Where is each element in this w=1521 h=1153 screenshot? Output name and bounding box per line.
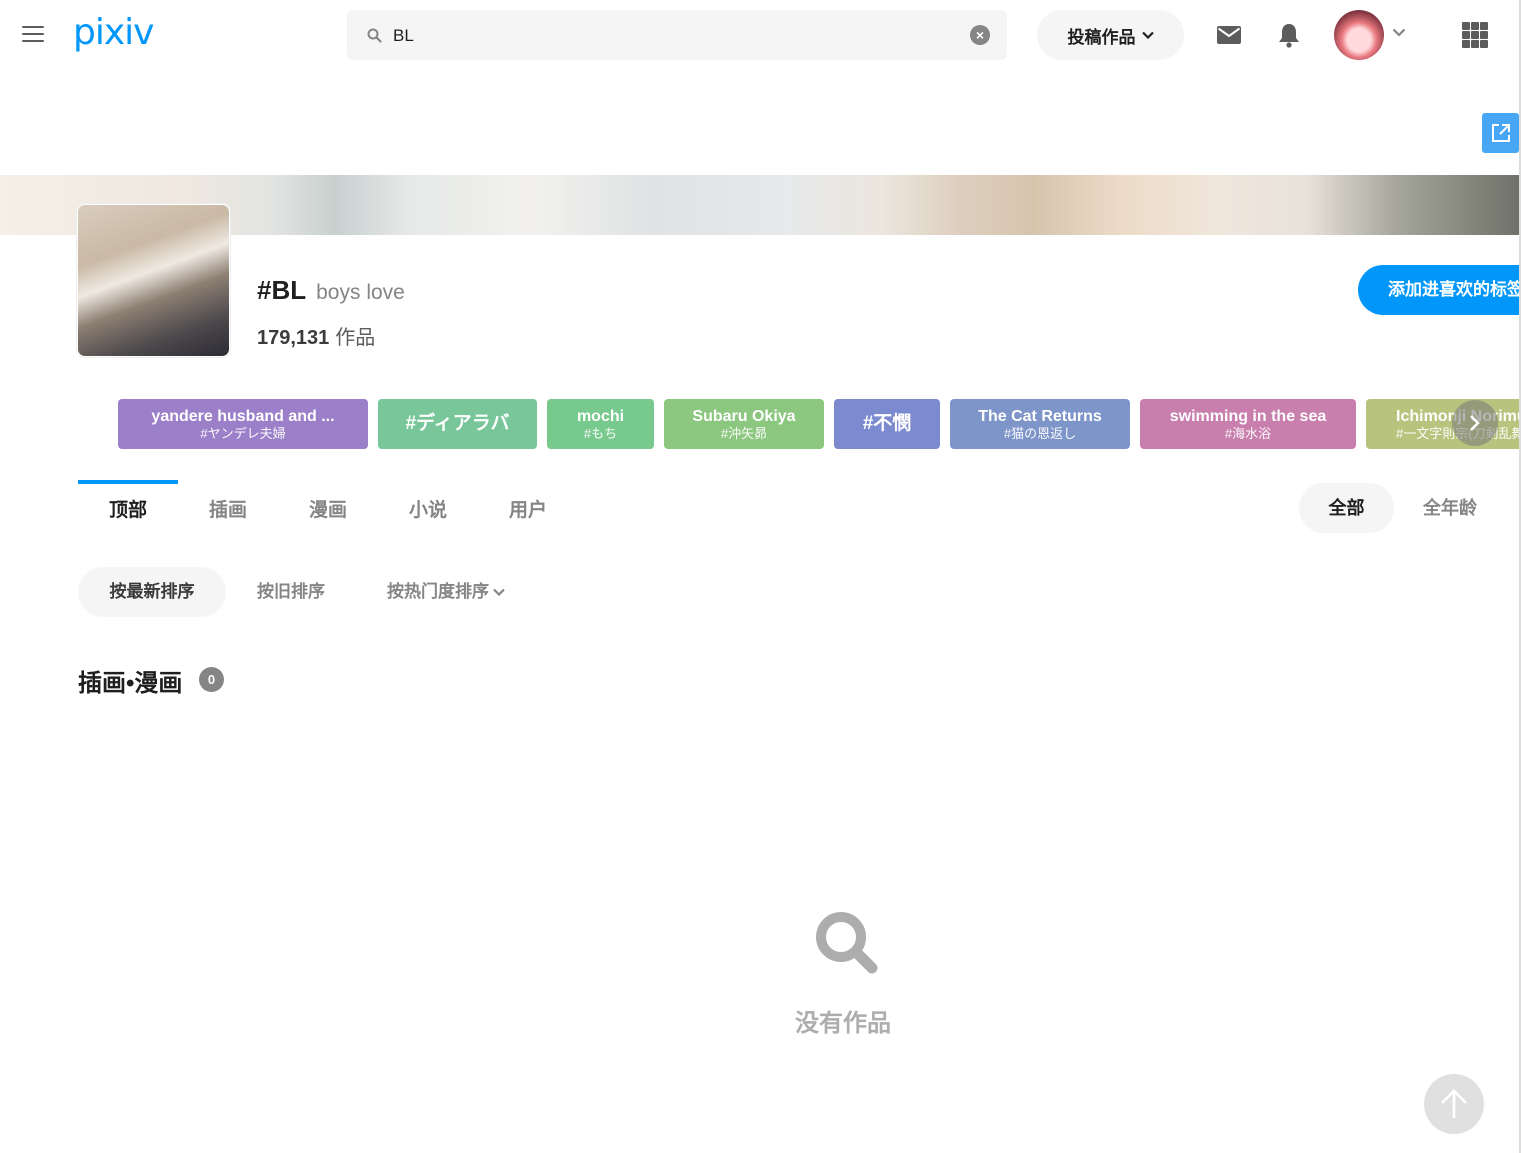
chevron-down-icon [493,588,505,596]
tab-novels[interactable]: 小说 [378,480,478,540]
sort-newest-button[interactable]: 按最新排序 [78,567,226,617]
related-tag[interactable]: yandere husband and ... #ヤンデレ夫婦 [118,399,368,449]
search-icon [367,28,382,43]
related-tag-name: #不憫 [862,413,912,434]
external-link-icon [1491,124,1510,142]
search-icon [816,912,878,974]
tag-thumbnail [77,204,230,357]
hamburger-icon-line [22,40,44,42]
related-tag[interactable]: #不憫 [834,399,940,449]
chevron-down-icon [1141,31,1154,39]
external-link-button[interactable] [1482,113,1519,153]
related-tag[interactable]: #ディアラバ [378,399,537,449]
related-tag-sub: #ヤンデレ夫婦 [200,425,286,441]
related-tag-sub: #沖矢昴 [720,425,768,441]
bell-icon[interactable] [1278,22,1300,48]
sort-popular-label: 按热门度排序 [387,582,489,601]
related-tag-sub: #もち [583,425,618,441]
clear-icon[interactable]: × [970,25,990,45]
age-filter-all[interactable]: 全部 [1299,483,1394,533]
menu-button[interactable] [22,26,44,44]
related-tag-name: The Cat Returns [978,407,1102,425]
hamburger-icon [22,26,44,28]
pixiv-logo[interactable]: pixiv [73,12,154,53]
avatar[interactable] [1334,10,1384,60]
category-tabs: 顶部 插画 漫画 小说 用户 [78,480,578,540]
search-bar[interactable]: × [347,10,1007,60]
tag-name: #BL [257,275,307,305]
chevron-down-icon[interactable] [1392,28,1406,37]
post-work-label: 投稿作品 [1067,27,1136,47]
related-tag[interactable]: swimming in the sea #海水浴 [1140,399,1356,449]
tag-work-count: 179,131 作品 [257,321,375,350]
tag-count-unit: 作品 [335,327,376,349]
related-tag-sub: #猫の恩返し [1003,425,1077,441]
chevron-right-icon [1470,415,1480,431]
section-count-badge: 0 [199,667,224,692]
related-tag-name: yandere husband and ... [151,407,335,425]
tab-manga[interactable]: 漫画 [278,480,378,540]
tab-top[interactable]: 顶部 [78,480,178,540]
arrow-up-icon [1441,1089,1467,1118]
related-tag[interactable]: Subaru Okiya #沖矢昴 [664,399,824,449]
tag-title: #BL boys love [257,275,405,306]
empty-state-text: 没有作品 [795,1010,891,1037]
back-to-top-button[interactable] [1424,1074,1484,1134]
tab-users[interactable]: 用户 [478,480,578,540]
related-tag-name: Subaru Okiya [692,407,796,425]
mail-icon[interactable] [1217,25,1241,45]
hamburger-icon-line [22,33,44,35]
tag-translation: boys love [316,281,405,304]
tab-illustrations[interactable]: 插画 [178,480,278,540]
related-tag-sub: #海水浴 [1224,425,1272,441]
sort-oldest-button[interactable]: 按旧排序 [236,567,346,617]
related-tag-name: mochi [576,407,625,425]
add-favorite-tag-button[interactable]: 添加进喜欢的标签 [1358,265,1519,315]
section-title: 插画•漫画 [78,670,183,697]
age-filter-safe[interactable]: 全年龄 [1404,483,1496,533]
tag-count-number: 179,131 [257,327,330,349]
search-input[interactable] [391,22,955,50]
related-tags-next-button[interactable] [1452,400,1498,446]
related-tag[interactable]: mochi #もち [547,399,654,449]
related-tag-name: #ディアラバ [405,413,510,434]
sort-popular-button[interactable]: 按热门度排序 [366,567,526,617]
grid-icon[interactable] [1462,22,1488,48]
related-tag[interactable]: The Cat Returns #猫の恩返し [950,399,1130,449]
post-work-button[interactable]: 投稿作品 [1037,10,1184,60]
related-tag-name: swimming in the sea [1169,407,1327,425]
